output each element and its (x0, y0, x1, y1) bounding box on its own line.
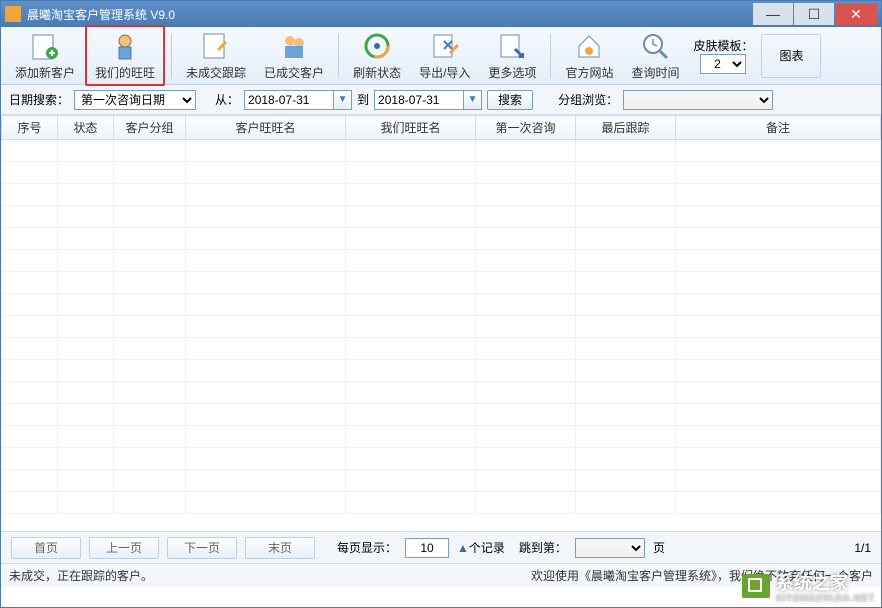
last-page-button[interactable]: 末页 (245, 537, 315, 559)
status-left: 未成交，正在跟踪的客户。 (9, 567, 153, 584)
to-date-dropdown-icon[interactable]: ▼ (464, 90, 482, 110)
window-title: 晨曦淘宝客户管理系统 V9.0 (27, 6, 752, 23)
skin-select[interactable]: 2 (700, 54, 746, 74)
official-site-label: 官方网站 (565, 64, 613, 81)
my-wangwang-button[interactable]: 我们的旺旺 (85, 25, 165, 86)
more-options-button[interactable]: 更多选项 (480, 27, 544, 84)
add-customer-label: 添加新客户 (15, 64, 75, 81)
page-suffix: 页 (653, 539, 665, 556)
chart-button[interactable]: 图表 (761, 34, 821, 78)
date-search-label: 日期搜索： (9, 91, 69, 108)
not-tracked-label: 未成交跟踪 (186, 64, 246, 81)
table-row[interactable] (2, 140, 881, 162)
minimize-button[interactable]: — (753, 3, 793, 25)
col-customer-ww[interactable]: 客户旺旺名 (186, 116, 346, 140)
import-export-label: 导出/导入 (419, 64, 470, 81)
add-customer-button[interactable]: 添加新客户 (7, 27, 83, 84)
status-right: 欢迎使用《晨曦淘宝客户管理系统》，我们绝不放弃任何一个客户 (531, 567, 873, 584)
refresh-button[interactable]: 刷新状态 (345, 27, 409, 84)
query-time-button[interactable]: 查询时间 (623, 27, 687, 84)
app-icon (5, 6, 21, 22)
first-page-button[interactable]: 首页 (11, 537, 81, 559)
table-row[interactable] (2, 206, 881, 228)
people-icon (278, 30, 310, 62)
table-row[interactable] (2, 470, 881, 492)
page-info: 1/1 (854, 541, 871, 555)
toolbar-separator (171, 34, 172, 78)
table-row[interactable] (2, 426, 881, 448)
table-row[interactable] (2, 228, 881, 250)
from-date-input[interactable] (244, 90, 334, 110)
customer-table: 序号 状态 客户分组 客户旺旺名 我们旺旺名 第一次咨询 最后跟踪 备注 (1, 115, 881, 514)
col-remark[interactable]: 备注 (676, 116, 881, 140)
refresh-icon (361, 30, 393, 62)
col-seq[interactable]: 序号 (2, 116, 58, 140)
official-site-button[interactable]: 官方网站 (557, 27, 621, 84)
table-row[interactable] (2, 316, 881, 338)
table-row[interactable] (2, 294, 881, 316)
watermark-sub: XITONGZHIJIA.NET (776, 593, 875, 603)
table-row[interactable] (2, 184, 881, 206)
table-row[interactable] (2, 404, 881, 426)
maximize-button[interactable]: ☐ (794, 3, 834, 25)
table-row[interactable] (2, 250, 881, 272)
to-label: 到 (357, 91, 369, 108)
add-customer-icon (29, 30, 61, 62)
my-wangwang-label: 我们的旺旺 (95, 64, 155, 81)
searchbar: 日期搜索： 第一次咨询日期 从： ▼ 到 ▼ 搜索 分组浏览： (1, 85, 881, 115)
skin-label: 皮肤模板： (693, 37, 753, 54)
jump-label: 跳到第： (519, 539, 567, 556)
col-first-consult[interactable]: 第一次咨询 (476, 116, 576, 140)
per-page-input[interactable] (405, 538, 449, 558)
statusbar: 未成交，正在跟踪的客户。 欢迎使用《晨曦淘宝客户管理系统》，我们绝不放弃任何一个… (1, 563, 881, 587)
refresh-label: 刷新状态 (353, 64, 401, 81)
from-label: 从： (215, 91, 239, 108)
home-icon (573, 30, 605, 62)
search-clock-icon (639, 30, 671, 62)
from-date-dropdown-icon[interactable]: ▼ (334, 90, 352, 110)
import-export-button[interactable]: 导出/导入 (411, 27, 478, 84)
document-pencil-icon (200, 30, 232, 62)
toolbar: 添加新客户 我们的旺旺 未成交跟踪 已成交客户 刷新状态 (1, 27, 881, 85)
table-row[interactable] (2, 382, 881, 404)
dealt-customer-label: 已成交客户 (264, 64, 324, 81)
dealt-customer-button[interactable]: 已成交客户 (256, 27, 332, 84)
pager: 首页 上一页 下一页 末页 每页显示： ▲个记录 跳到第： 页 1/1 (1, 531, 881, 563)
table-row[interactable] (2, 338, 881, 360)
prev-page-button[interactable]: 上一页 (89, 537, 159, 559)
toolbar-separator (338, 34, 339, 78)
table-row[interactable] (2, 360, 881, 382)
jump-page-select[interactable] (575, 538, 645, 558)
date-type-select[interactable]: 第一次咨询日期 (74, 90, 196, 110)
search-button[interactable]: 搜索 (487, 90, 533, 110)
records-label: ▲个记录 (457, 539, 505, 556)
person-icon (109, 30, 141, 62)
per-page-label: 每页显示： (337, 539, 397, 556)
group-browse-select[interactable] (623, 90, 773, 110)
toolbar-separator (550, 34, 551, 78)
table-row[interactable] (2, 162, 881, 184)
close-button[interactable]: ✕ (835, 3, 877, 25)
col-our-ww[interactable]: 我们旺旺名 (346, 116, 476, 140)
more-options-label: 更多选项 (488, 64, 536, 81)
col-status[interactable]: 状态 (58, 116, 114, 140)
to-date-input[interactable] (374, 90, 464, 110)
col-group[interactable]: 客户分组 (114, 116, 186, 140)
chart-button-label: 图表 (779, 47, 803, 64)
col-last-track[interactable]: 最后跟踪 (576, 116, 676, 140)
table-row[interactable] (2, 272, 881, 294)
import-export-icon (429, 30, 461, 62)
customer-table-area: 序号 状态 客户分组 客户旺旺名 我们旺旺名 第一次咨询 最后跟踪 备注 (1, 115, 881, 531)
not-tracked-button[interactable]: 未成交跟踪 (178, 27, 254, 84)
query-time-label: 查询时间 (631, 64, 679, 81)
titlebar: 晨曦淘宝客户管理系统 V9.0 — ☐ ✕ (1, 1, 881, 27)
next-page-button[interactable]: 下一页 (167, 537, 237, 559)
group-browse-label: 分组浏览： (558, 91, 618, 108)
more-options-icon (496, 30, 528, 62)
table-row[interactable] (2, 448, 881, 470)
table-row[interactable] (2, 492, 881, 514)
